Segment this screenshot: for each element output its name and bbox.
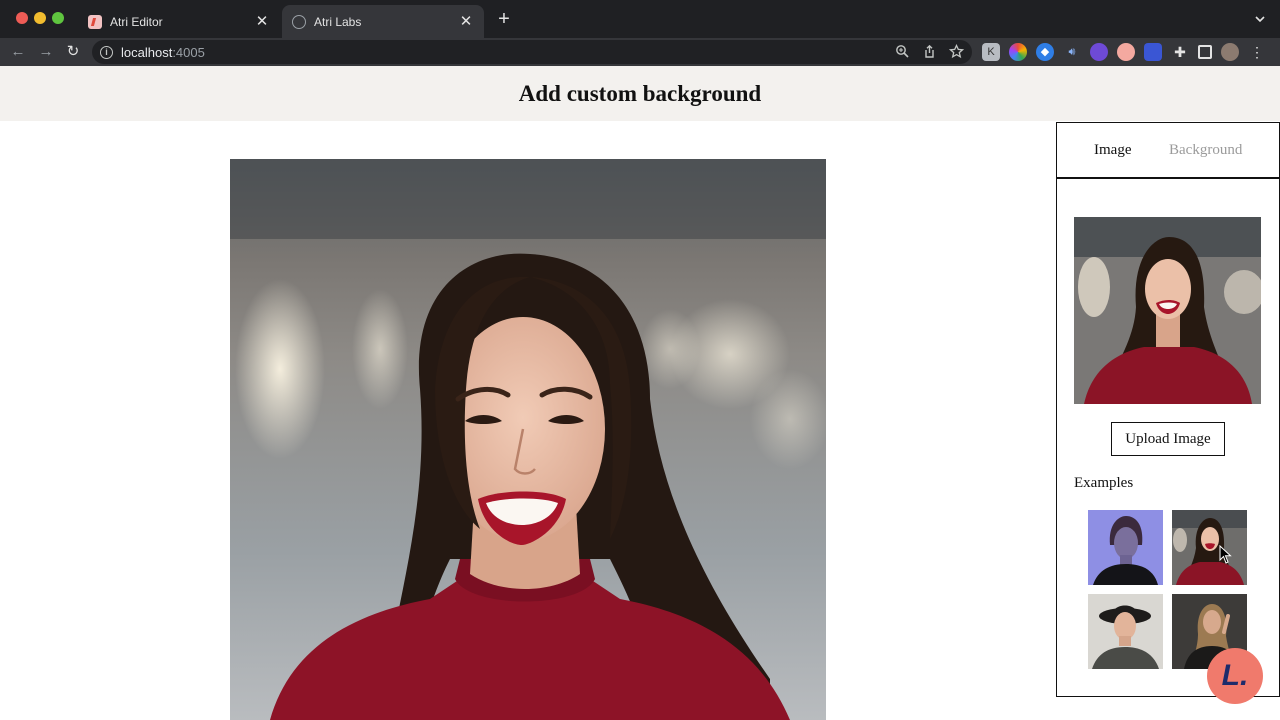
- atri-logo-icon: L.: [1221, 659, 1249, 692]
- reload-icon[interactable]: ↻: [63, 42, 83, 62]
- selected-image-preview: [1074, 217, 1261, 404]
- extension-blue-icon[interactable]: [1144, 43, 1162, 61]
- mouse-cursor-icon: [1219, 545, 1232, 564]
- forward-arrow-icon[interactable]: →: [36, 42, 56, 62]
- tab-close-icon[interactable]: ✕: [254, 13, 270, 30]
- new-tab-plus-icon[interactable]: +: [494, 9, 514, 29]
- atri-logo-floating-button[interactable]: L.: [1207, 648, 1263, 704]
- browser-menu-kebab-icon[interactable]: ⋮: [1248, 43, 1266, 61]
- url-host: localhost: [121, 44, 173, 60]
- profile-avatar[interactable]: [1221, 43, 1239, 61]
- tab-search-chevron-icon[interactable]: [1252, 11, 1268, 27]
- zoom-icon[interactable]: [895, 44, 910, 59]
- tab-image[interactable]: Image: [1094, 142, 1131, 159]
- side-panel: Image Background Upload Image Examples: [1056, 122, 1280, 697]
- site-info-icon[interactable]: i: [100, 45, 113, 59]
- example-thumbnail-2[interactable]: [1172, 510, 1247, 585]
- browser-tab-atri-labs[interactable]: Atri Labs ✕: [282, 5, 484, 38]
- side-panel-icon[interactable]: [1198, 45, 1212, 59]
- atri-editor-favicon-icon: [88, 14, 102, 29]
- window-zoom-button[interactable]: [52, 12, 64, 24]
- extension-audio-icon[interactable]: 🔊︎: [1063, 43, 1081, 61]
- share-icon[interactable]: [922, 44, 937, 59]
- extension-color-wheel-icon[interactable]: [1009, 43, 1027, 61]
- extension-face-icon[interactable]: [1117, 43, 1135, 61]
- browser-tab-atri-editor[interactable]: Atri Editor ✕: [78, 5, 280, 38]
- example-thumbnail-3[interactable]: [1088, 594, 1163, 669]
- main-portrait-image: [230, 159, 826, 720]
- extension-k-icon[interactable]: K: [982, 43, 1000, 61]
- page-title: Add custom background: [518, 80, 762, 106]
- extension-diamond-icon[interactable]: ◆: [1036, 43, 1054, 61]
- example-thumbnail-1[interactable]: [1088, 510, 1163, 585]
- tab-background[interactable]: Background: [1169, 142, 1242, 159]
- address-bar[interactable]: i localhost:4005: [92, 40, 972, 64]
- upload-image-button[interactable]: Upload Image: [1111, 422, 1225, 456]
- window-minimize-button[interactable]: [34, 12, 46, 24]
- tab-title: Atri Labs: [314, 14, 362, 29]
- browser-toolbar: ← → ↻ i localhost:4005 K ◆ 🔊︎ ✚ ⋮: [0, 38, 1280, 66]
- page-header: Add custom background: [0, 66, 1280, 121]
- tab-close-icon[interactable]: ✕: [458, 13, 474, 30]
- back-arrow-icon[interactable]: ←: [8, 42, 28, 62]
- url-port: :4005: [172, 44, 205, 60]
- tab-title: Atri Editor: [110, 14, 163, 29]
- panel-tabs: Image Background: [1057, 123, 1279, 179]
- extension-ghost-icon[interactable]: [1090, 43, 1108, 61]
- browser-tab-bar: Atri Editor ✕ Atri Labs ✕ +: [0, 0, 1280, 38]
- extensions-puzzle-icon[interactable]: ✚: [1171, 43, 1189, 61]
- examples-label: Examples: [1074, 475, 1134, 491]
- bookmark-star-icon[interactable]: [949, 44, 964, 59]
- globe-icon: [292, 14, 306, 29]
- window-close-button[interactable]: [16, 12, 28, 24]
